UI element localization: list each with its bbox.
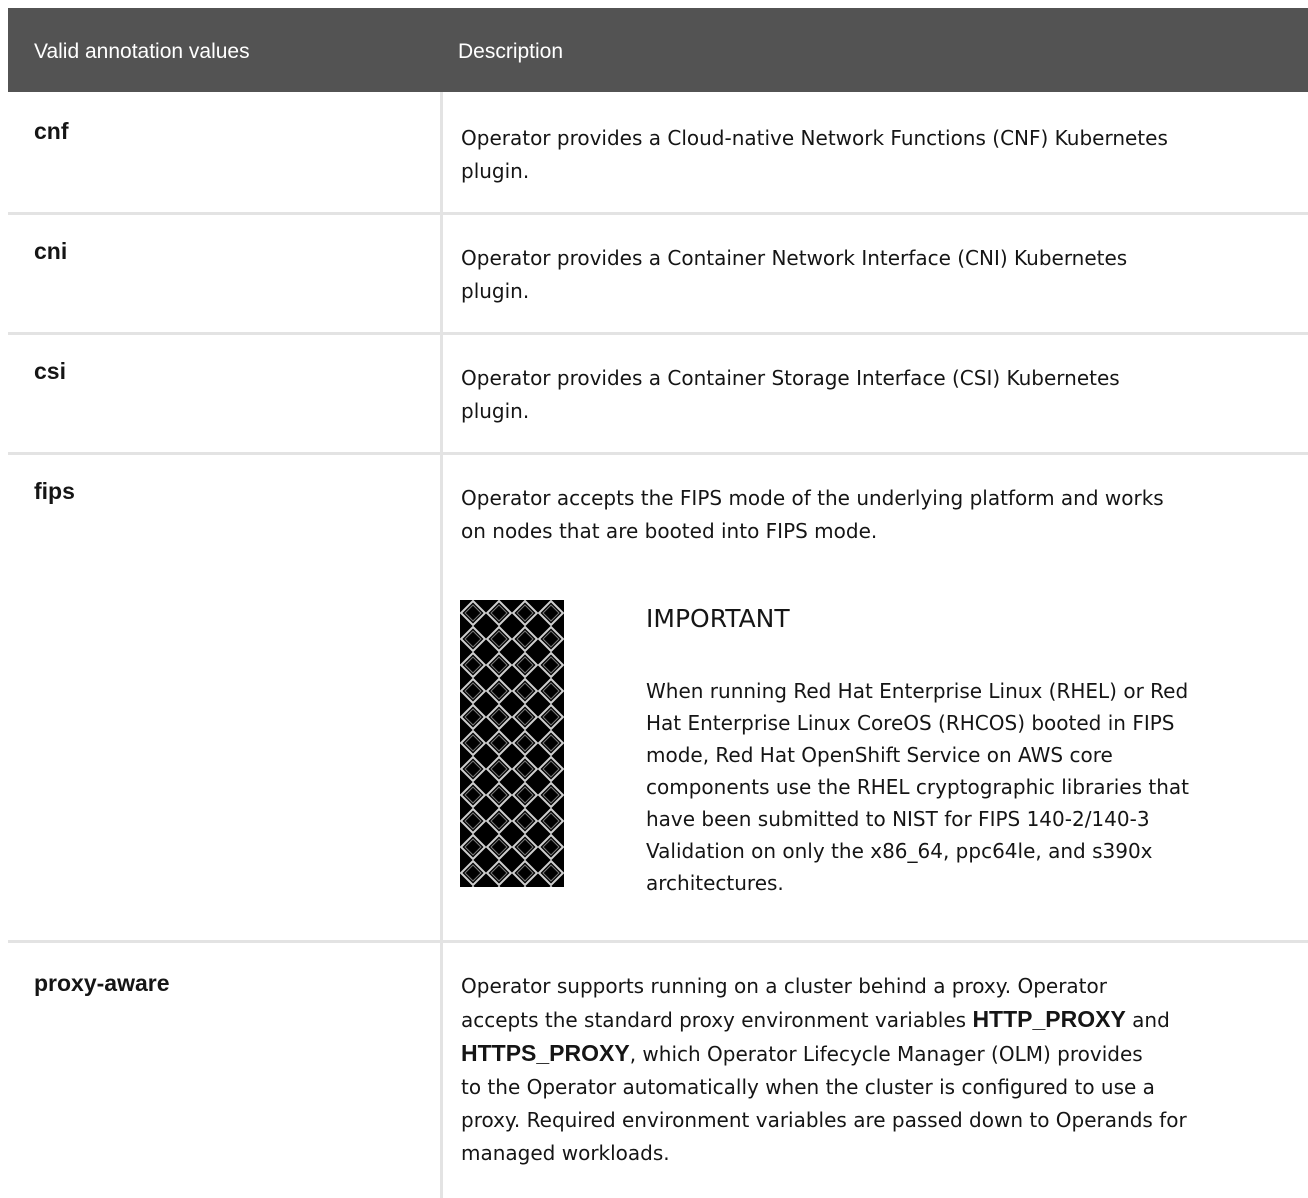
important-pattern-icon — [460, 600, 564, 887]
table-header: Valid annotation values Description — [8, 8, 1308, 92]
row-divider — [8, 940, 1308, 943]
admonition-line: have been submitted to NIST for FIPS 140… — [646, 807, 1150, 831]
header-annotation-values: Valid annotation values — [34, 40, 250, 63]
admonition-text: When running Red Hat Enterprise Linux (R… — [646, 675, 1286, 899]
admonition-line: architectures. — [646, 871, 784, 895]
admonition-line: Hat Enterprise Linux CoreOS (RHCOS) boot… — [646, 711, 1175, 735]
desc-line: Operator provides a Container Network In… — [461, 246, 1128, 270]
desc-line: to the Operator automatically when the c… — [461, 1075, 1155, 1099]
desc-line: Operator provides a Cloud-native Network… — [461, 126, 1168, 150]
annotation-value: proxy-aware — [34, 970, 170, 996]
desc-line: plugin. — [461, 159, 530, 183]
column-divider — [440, 92, 443, 1198]
env-var-http-proxy: HTTP_PROXY — [972, 1006, 1126, 1032]
annotation-value: csi — [34, 358, 66, 384]
desc-line: accepts the standard proxy environment v… — [461, 1003, 1296, 1037]
annotation-value: cnf — [34, 118, 69, 144]
admonition-line: Validation on only the x86_64, ppc64le, … — [646, 839, 1153, 863]
annotation-value: cni — [34, 238, 68, 264]
header-description: Description — [458, 40, 564, 63]
row-divider — [8, 452, 1308, 455]
row-divider — [8, 212, 1308, 215]
desc-line: proxy. Required environment variables ar… — [461, 1108, 1187, 1132]
desc-line: HTTPS_PROXY, which Operator Lifecycle Ma… — [461, 1037, 1296, 1071]
annotation-description: Operator provides a Cloud-native Network… — [461, 122, 1296, 188]
row-divider — [8, 332, 1308, 335]
desc-line: Operator accepts the FIPS mode of the un… — [461, 486, 1164, 510]
desc-line: Operator provides a Container Storage In… — [461, 366, 1120, 390]
desc-line: on nodes that are booted into FIPS mode. — [461, 519, 878, 543]
annotation-description: Operator provides a Container Storage In… — [461, 362, 1296, 428]
annotation-value: fips — [34, 478, 75, 504]
admonition-line: mode, Red Hat OpenShift Service on AWS c… — [646, 743, 1113, 767]
admonition-line: components use the RHEL cryptographic li… — [646, 775, 1189, 799]
desc-line: plugin. — [461, 399, 530, 423]
desc-text: accepts the standard proxy environment v… — [461, 1008, 973, 1032]
desc-text: , which Operator Lifecycle Manager (OLM)… — [629, 1042, 1143, 1066]
desc-line: Operator supports running on a cluster b… — [461, 974, 1107, 998]
desc-line: plugin. — [461, 279, 530, 303]
annotation-description: Operator supports running on a cluster b… — [461, 970, 1296, 1170]
desc-line: managed workloads. — [461, 1141, 670, 1165]
env-var-https-proxy: HTTPS_PROXY — [461, 1040, 630, 1066]
admonition-title: IMPORTANT — [646, 604, 790, 633]
annotation-description: Operator accepts the FIPS mode of the un… — [461, 482, 1296, 548]
page-top-margin — [0, 0, 1308, 8]
annotation-description: Operator provides a Container Network In… — [461, 242, 1296, 308]
desc-text: and — [1125, 1008, 1170, 1032]
admonition-line: When running Red Hat Enterprise Linux (R… — [646, 679, 1189, 703]
